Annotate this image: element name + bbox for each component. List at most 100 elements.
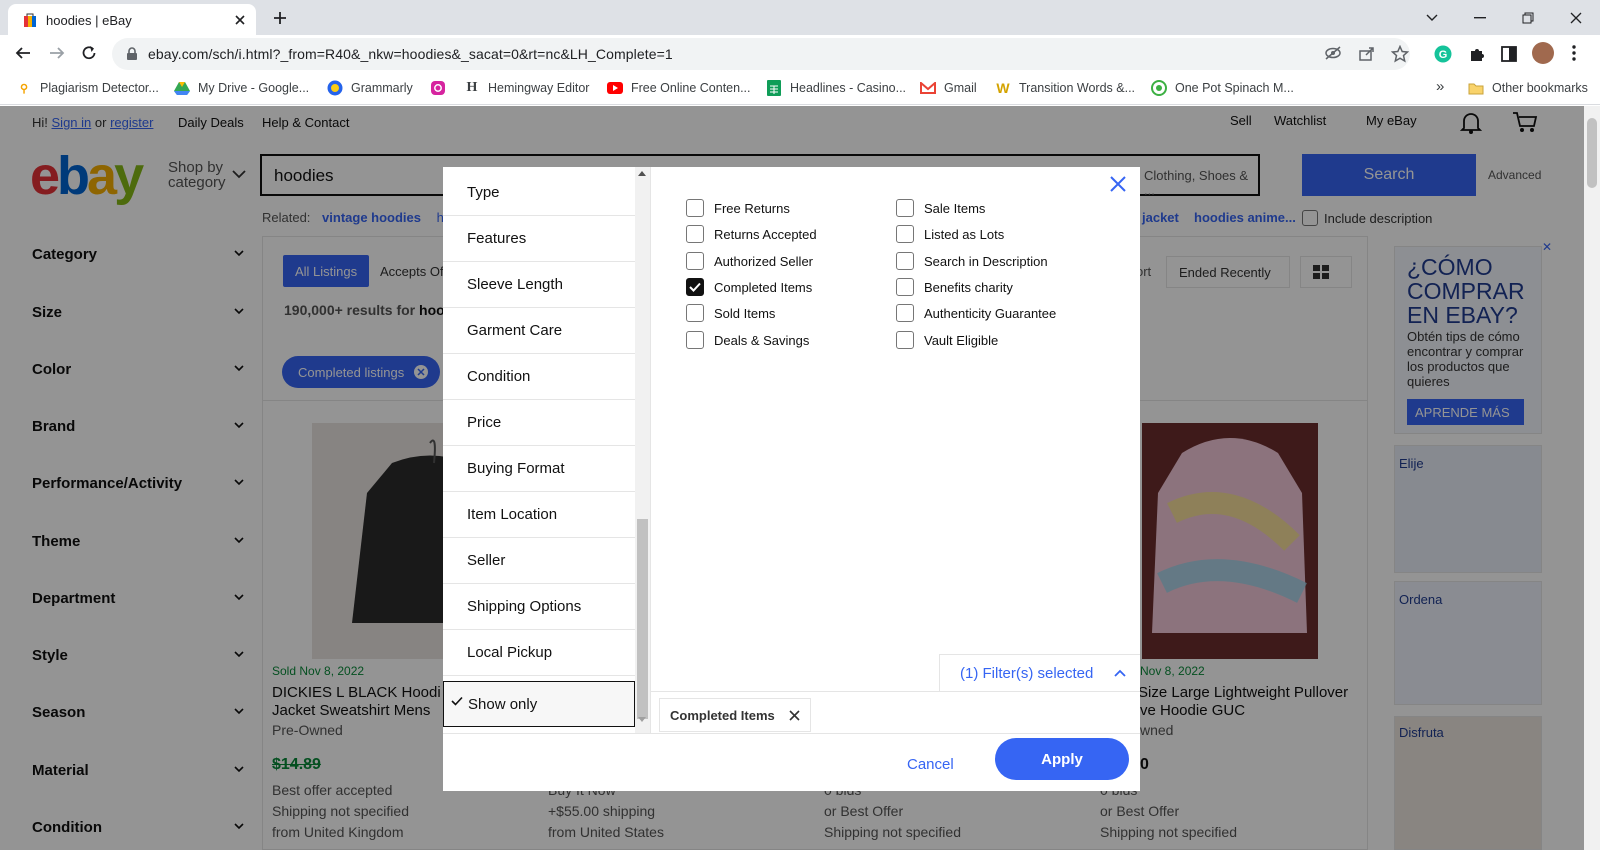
bookmark-item[interactable]: Headlines - Casino...: [766, 80, 906, 96]
kebab-menu-icon[interactable]: [1572, 45, 1576, 61]
grammarly-icon: [327, 80, 343, 96]
profile-avatar[interactable]: [1532, 42, 1554, 64]
bookmark-item[interactable]: Grammarly: [327, 80, 413, 96]
extensions-puzzle-icon[interactable]: [1468, 45, 1486, 63]
filter-category-features[interactable]: Features: [443, 216, 635, 262]
selected-filter-chip[interactable]: Completed Items: [659, 698, 811, 732]
google-drive-icon: [174, 80, 190, 96]
back-icon[interactable]: [14, 44, 32, 62]
url-text: ebay.com/sch/i.html?_from=R40&_nkw=hoodi…: [148, 46, 673, 62]
tab-bar: hoodies | eBay: [0, 0, 1600, 35]
side-panel-icon[interactable]: [1500, 45, 1518, 63]
filter-category-buying-format[interactable]: Buying Format: [443, 446, 635, 492]
page-scrollbar[interactable]: [1584, 106, 1600, 850]
option-vault-eligible[interactable]: Vault Eligible: [896, 331, 998, 349]
option-authorized-seller[interactable]: Authorized Seller: [686, 252, 813, 270]
option-returns-accepted[interactable]: Returns Accepted: [686, 225, 817, 243]
panel-divider: [650, 167, 651, 733]
new-tab-icon[interactable]: [272, 10, 288, 26]
checkbox[interactable]: [896, 331, 914, 349]
bookmark-star-icon[interactable]: [1391, 45, 1409, 63]
bookmark-item[interactable]: ⚲ Plagiarism Detector...: [16, 80, 159, 96]
minimize-icon[interactable]: [1456, 0, 1504, 35]
scrollbar-thumb[interactable]: [637, 519, 648, 719]
gmail-icon: [920, 80, 936, 96]
filter-category-condition[interactable]: Condition: [443, 354, 635, 400]
apply-button[interactable]: Apply: [995, 738, 1129, 780]
bookmark-item[interactable]: My Drive - Google...: [174, 80, 309, 96]
eye-slash-icon[interactable]: [1324, 45, 1342, 61]
checkbox[interactable]: [896, 278, 914, 296]
bookmark-item[interactable]: [430, 80, 454, 96]
option-sale-items[interactable]: Sale Items: [896, 199, 985, 217]
bookmark-item[interactable]: H Hemingway Editor: [464, 80, 590, 96]
option-benefits-charity[interactable]: Benefits charity: [896, 278, 1013, 296]
address-bar[interactable]: ebay.com/sch/i.html?_from=R40&_nkw=hoodi…: [112, 38, 1410, 70]
checkbox[interactable]: [896, 199, 914, 217]
filter-category-item-location[interactable]: Item Location: [443, 492, 635, 538]
youtube-icon: [607, 80, 623, 96]
checkbox[interactable]: [896, 252, 914, 270]
share-icon[interactable]: [1358, 45, 1376, 61]
browser-toolbar: ebay.com/sch/i.html?_from=R40&_nkw=hoodi…: [0, 35, 1600, 73]
checkbox[interactable]: [896, 304, 914, 322]
filter-category-seller[interactable]: Seller: [443, 538, 635, 584]
plagiarism-icon: ⚲: [19, 82, 29, 95]
hemingway-icon: H: [466, 80, 478, 95]
option-sold-items[interactable]: Sold Items: [686, 304, 775, 322]
filter-category-type[interactable]: Type: [443, 170, 635, 216]
ebay-favicon-icon: [22, 12, 38, 28]
browser-tab[interactable]: hoodies | eBay: [8, 4, 256, 35]
bookmark-item[interactable]: Free Online Conten...: [607, 80, 751, 96]
bookmark-item[interactable]: W Transition Words &...: [995, 80, 1135, 96]
filter-category-sleeve-length[interactable]: Sleeve Length: [443, 262, 635, 308]
reload-icon[interactable]: [80, 44, 98, 62]
checkbox[interactable]: [686, 304, 704, 322]
cancel-button[interactable]: Cancel: [907, 756, 954, 773]
checkbox[interactable]: [686, 331, 704, 349]
option-free-returns[interactable]: Free Returns: [686, 199, 790, 217]
checkbox[interactable]: [896, 225, 914, 243]
instagram-icon: [430, 80, 446, 96]
scroll-up-arrow-icon[interactable]: [637, 170, 647, 177]
checkbox-checked[interactable]: [686, 278, 704, 296]
filters-selected-toggle[interactable]: (1) Filter(s) selected: [939, 654, 1140, 691]
bookmarks-bar: ⚲ Plagiarism Detector... My Drive - Googl…: [0, 73, 1600, 105]
bookmark-item[interactable]: Gmail: [920, 80, 977, 96]
close-tab-icon[interactable]: [234, 14, 246, 26]
other-bookmarks[interactable]: Other bookmarks: [1468, 80, 1588, 96]
checkbox[interactable]: [686, 199, 704, 217]
option-search-in-description[interactable]: Search in Description: [896, 252, 1048, 270]
filter-category-price[interactable]: Price: [443, 400, 635, 446]
divider: [651, 691, 1140, 692]
more-bookmarks-icon[interactable]: »: [1436, 78, 1444, 95]
grammarly-extension-icon[interactable]: G: [1434, 45, 1452, 63]
remove-filter-icon[interactable]: [789, 709, 800, 721]
tab-title: hoodies | eBay: [46, 13, 132, 28]
checkbox[interactable]: [686, 225, 704, 243]
folder-icon: [1468, 80, 1484, 96]
tab-search-icon[interactable]: [1408, 0, 1456, 35]
checkmark-icon: [451, 696, 463, 706]
green-circle-icon: [1151, 80, 1167, 96]
close-dialog-icon[interactable]: [1109, 175, 1127, 193]
category-list-scrollbar[interactable]: [635, 167, 650, 733]
option-completed-items[interactable]: Completed Items: [686, 278, 812, 296]
sheets-icon: [766, 80, 782, 96]
option-authenticity-guarantee[interactable]: Authenticity Guarantee: [896, 304, 1056, 322]
forward-icon[interactable]: [48, 44, 66, 62]
close-window-icon[interactable]: [1552, 0, 1600, 35]
filter-category-local-pickup[interactable]: Local Pickup: [443, 630, 635, 676]
scroll-down-arrow-icon[interactable]: [637, 716, 647, 723]
filter-category-shipping-options[interactable]: Shipping Options: [443, 584, 635, 630]
option-listed-as-lots[interactable]: Listed as Lots: [896, 225, 1004, 243]
lock-icon[interactable]: [126, 47, 138, 61]
bookmark-item[interactable]: One Pot Spinach M...: [1151, 80, 1294, 96]
filter-category-garment-care[interactable]: Garment Care: [443, 308, 635, 354]
filter-category-show-only[interactable]: Show only: [443, 681, 635, 727]
svg-text:G: G: [1439, 49, 1448, 61]
scrollbar-thumb[interactable]: [1587, 118, 1597, 188]
restore-icon[interactable]: [1504, 0, 1552, 35]
option-deals-savings[interactable]: Deals & Savings: [686, 331, 809, 349]
checkbox[interactable]: [686, 252, 704, 270]
